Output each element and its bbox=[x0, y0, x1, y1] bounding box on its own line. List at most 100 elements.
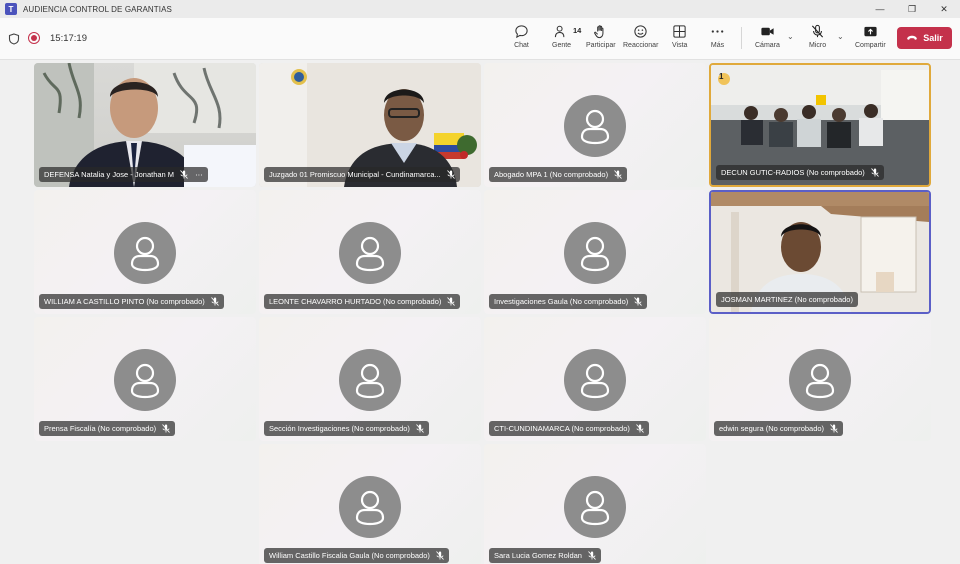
window-controls: — ❐ ✕ bbox=[864, 0, 960, 18]
avatar bbox=[339, 222, 401, 284]
participant-tile[interactable]: Sección Investigaciones (No comprobado) bbox=[259, 317, 481, 441]
avatar bbox=[114, 222, 176, 284]
view-button[interactable]: Vista bbox=[672, 24, 687, 56]
grid-view-icon bbox=[673, 25, 686, 38]
title-bar: T AUDIENCIA CONTROL DE GARANTIAS — ❐ ✕ bbox=[0, 0, 960, 18]
shield-icon[interactable] bbox=[8, 33, 20, 45]
share-label: Compartir bbox=[855, 42, 886, 49]
participant-tile[interactable]: CTI-CUNDINAMARCA (No comprobado) bbox=[484, 317, 706, 441]
participant-tile[interactable]: JOSMAN MARTINEZ (No comprobado) bbox=[709, 190, 931, 314]
participant-tile[interactable]: 1 DECUN GUTIC-RADIOS (No comprobado) bbox=[709, 63, 931, 187]
participant-name-label: WILLIAM A CASTILLO PINTO (No comprobado) bbox=[39, 294, 224, 309]
person-icon bbox=[580, 363, 610, 399]
participant-name: Abogado MPA 1 (No comprobado) bbox=[494, 170, 609, 179]
mic-muted-icon bbox=[636, 424, 644, 433]
participant-name-label: Sara Lucia Gomez Roldan bbox=[489, 548, 601, 563]
participant-tile[interactable]: LEONTE CHAVARRO HURTADO (No comprobado) bbox=[259, 190, 481, 314]
mic-muted-icon bbox=[447, 297, 456, 306]
participant-name-label: William Castillo Fiscalia Gaula (No comp… bbox=[264, 548, 449, 563]
avatar bbox=[564, 95, 626, 157]
participant-name: Sara Lucia Gomez Roldan bbox=[494, 551, 582, 560]
person-icon bbox=[355, 363, 385, 399]
recording-icon bbox=[28, 32, 40, 44]
person-icon bbox=[580, 109, 610, 145]
people-button[interactable]: 14 Gente bbox=[552, 24, 581, 56]
participant-name: DECUN GUTIC-RADIOS (No comprobado) bbox=[721, 168, 865, 177]
participant-name-label: Sección Investigaciones (No comprobado) bbox=[264, 421, 429, 436]
more-label: Más bbox=[710, 42, 725, 49]
camera-chevron-down-icon[interactable]: ⌄ bbox=[787, 32, 794, 41]
mic-muted-icon bbox=[446, 170, 455, 179]
person-icon bbox=[580, 490, 610, 526]
participant-tile[interactable]: William Castillo Fiscalia Gaula (No comp… bbox=[259, 444, 481, 564]
mic-muted-icon bbox=[180, 170, 188, 179]
hand-icon bbox=[594, 25, 604, 39]
camera-label: Cámara bbox=[755, 42, 780, 49]
person-icon bbox=[355, 236, 385, 272]
avatar bbox=[339, 476, 401, 538]
share-button[interactable]: Compartir bbox=[855, 24, 886, 56]
participant-tile[interactable]: Prensa Fiscalía (No comprobado) bbox=[34, 317, 256, 441]
leave-label: Salir bbox=[923, 33, 943, 43]
participant-tile[interactable]: edwin segura (No comprobado) bbox=[709, 317, 931, 441]
chat-label: Chat bbox=[514, 42, 529, 49]
participant-tile[interactable]: Juzgado 01 Promiscuo Municipal - Cundina… bbox=[259, 63, 481, 187]
mic-label: Micro bbox=[809, 42, 827, 49]
mic-muted-icon bbox=[416, 424, 424, 433]
more-button[interactable]: Más bbox=[710, 24, 725, 56]
participant-name-label: Prensa Fiscalía (No comprobado) bbox=[39, 421, 176, 436]
mic-off-icon bbox=[811, 24, 824, 38]
person-icon bbox=[580, 236, 610, 272]
avatar bbox=[114, 349, 176, 411]
participant-tile[interactable]: Investigaciones Gaula (No comprobado) bbox=[484, 190, 706, 314]
participant-name-label: DECUN GUTIC-RADIOS (No comprobado) bbox=[716, 165, 884, 180]
participant-name-label: JOSMAN MARTINEZ (No comprobado) bbox=[716, 292, 858, 307]
participant-name: Investigaciones Gaula (No comprobado) bbox=[494, 297, 629, 306]
mic-muted-icon bbox=[830, 424, 838, 433]
mic-muted-icon bbox=[614, 170, 622, 179]
participant-tile[interactable]: DEFENSA Natalia y Jose - Jonathan M ⋯ bbox=[34, 63, 256, 187]
mic-muted-icon bbox=[634, 297, 643, 306]
toolbar-separator bbox=[741, 27, 742, 49]
person-icon bbox=[805, 363, 835, 399]
people-label: Gente bbox=[552, 42, 572, 49]
chat-button[interactable]: Chat bbox=[514, 24, 529, 56]
participant-name-label: LEONTE CHAVARRO HURTADO (No comprobado) bbox=[264, 294, 461, 309]
participant-name-label: DEFENSA Natalia y Jose - Jonathan M ⋯ bbox=[39, 167, 208, 182]
close-icon[interactable]: ✕ bbox=[928, 0, 960, 18]
camera-button[interactable]: Cámara bbox=[755, 24, 780, 56]
participant-tile[interactable]: Sara Lucia Gomez Roldan bbox=[484, 444, 706, 564]
avatar bbox=[564, 476, 626, 538]
avatar bbox=[564, 349, 626, 411]
avatar bbox=[564, 222, 626, 284]
person-icon bbox=[130, 363, 160, 399]
participant-name: WILLIAM A CASTILLO PINTO (No comprobado) bbox=[44, 297, 205, 306]
participant-tile[interactable]: Abogado MPA 1 (No comprobado) bbox=[484, 63, 706, 187]
participant-name-label: Abogado MPA 1 (No comprobado) bbox=[489, 167, 628, 182]
participant-name: DEFENSA Natalia y Jose - Jonathan M bbox=[44, 170, 175, 179]
mic-muted-icon bbox=[870, 168, 879, 177]
person-icon bbox=[130, 236, 160, 272]
raise-hand-label: Participar bbox=[586, 42, 616, 49]
participant-name: JOSMAN MARTINEZ (No comprobado) bbox=[721, 295, 853, 304]
teams-logo-icon: T bbox=[5, 3, 17, 15]
maximize-icon[interactable]: ❐ bbox=[896, 0, 928, 18]
raise-hand-button[interactable]: Participar bbox=[586, 24, 616, 56]
video-gallery: DEFENSA Natalia y Jose - Jonathan M ⋯ Ju… bbox=[0, 60, 960, 564]
participant-name: edwin segura (No comprobado) bbox=[719, 424, 825, 433]
react-button[interactable]: Reaccionar bbox=[623, 24, 658, 56]
mic-chevron-down-icon[interactable]: ⌄ bbox=[837, 32, 844, 41]
participant-name: Juzgado 01 Promiscuo Municipal - Cundina… bbox=[269, 170, 441, 179]
participant-name: William Castillo Fiscalia Gaula (No comp… bbox=[269, 551, 430, 560]
mic-button[interactable]: Micro bbox=[809, 24, 826, 56]
view-label: Vista bbox=[672, 42, 688, 49]
mic-muted-icon bbox=[436, 551, 444, 560]
minimize-icon[interactable]: — bbox=[864, 0, 896, 18]
mic-muted-icon bbox=[162, 424, 170, 433]
leave-button[interactable]: Salir bbox=[897, 27, 952, 49]
tile-more-icon[interactable]: ⋯ bbox=[195, 170, 203, 179]
participant-tile[interactable]: WILLIAM A CASTILLO PINTO (No comprobado) bbox=[34, 190, 256, 314]
camera-icon bbox=[761, 27, 774, 36]
participant-name-label: Juzgado 01 Promiscuo Municipal - Cundina… bbox=[264, 167, 460, 182]
participant-name-label: edwin segura (No comprobado) bbox=[714, 421, 844, 436]
